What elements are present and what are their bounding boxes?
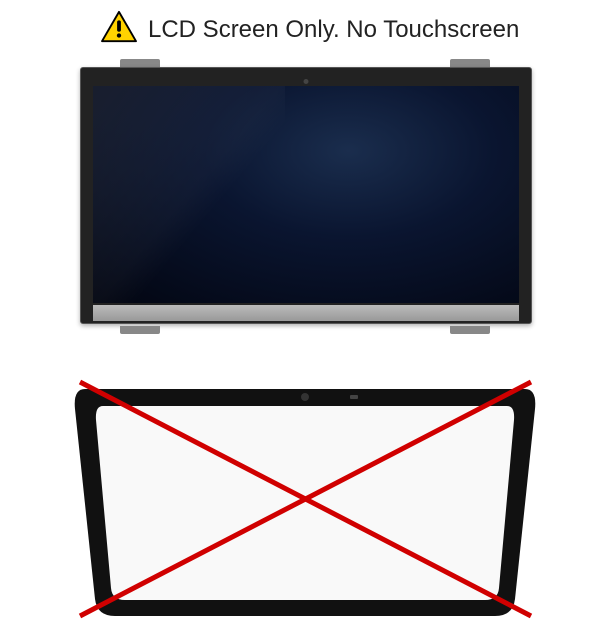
lcd-bottom-strip [93, 305, 519, 321]
touchscreen-crossed-image [65, 364, 545, 624]
digitizer-glass [96, 406, 514, 600]
lcd-screen-image [80, 59, 530, 334]
mounting-tab [450, 326, 490, 334]
header-text: LCD Screen Only. No Touchscreen [148, 16, 519, 44]
mounting-tab [120, 326, 160, 334]
product-notice-image: LCD Screen Only. No Touchscreen [0, 0, 610, 610]
camera-hole [304, 79, 309, 84]
header: LCD Screen Only. No Touchscreen [0, 0, 610, 49]
sensor [350, 395, 358, 399]
warning-icon [100, 10, 138, 49]
lcd-frame [80, 67, 532, 324]
gloss-overlay [93, 86, 285, 303]
mounting-tab [120, 59, 160, 67]
lcd-display [93, 86, 519, 303]
camera-hole [301, 393, 309, 401]
mounting-tab [450, 59, 490, 67]
